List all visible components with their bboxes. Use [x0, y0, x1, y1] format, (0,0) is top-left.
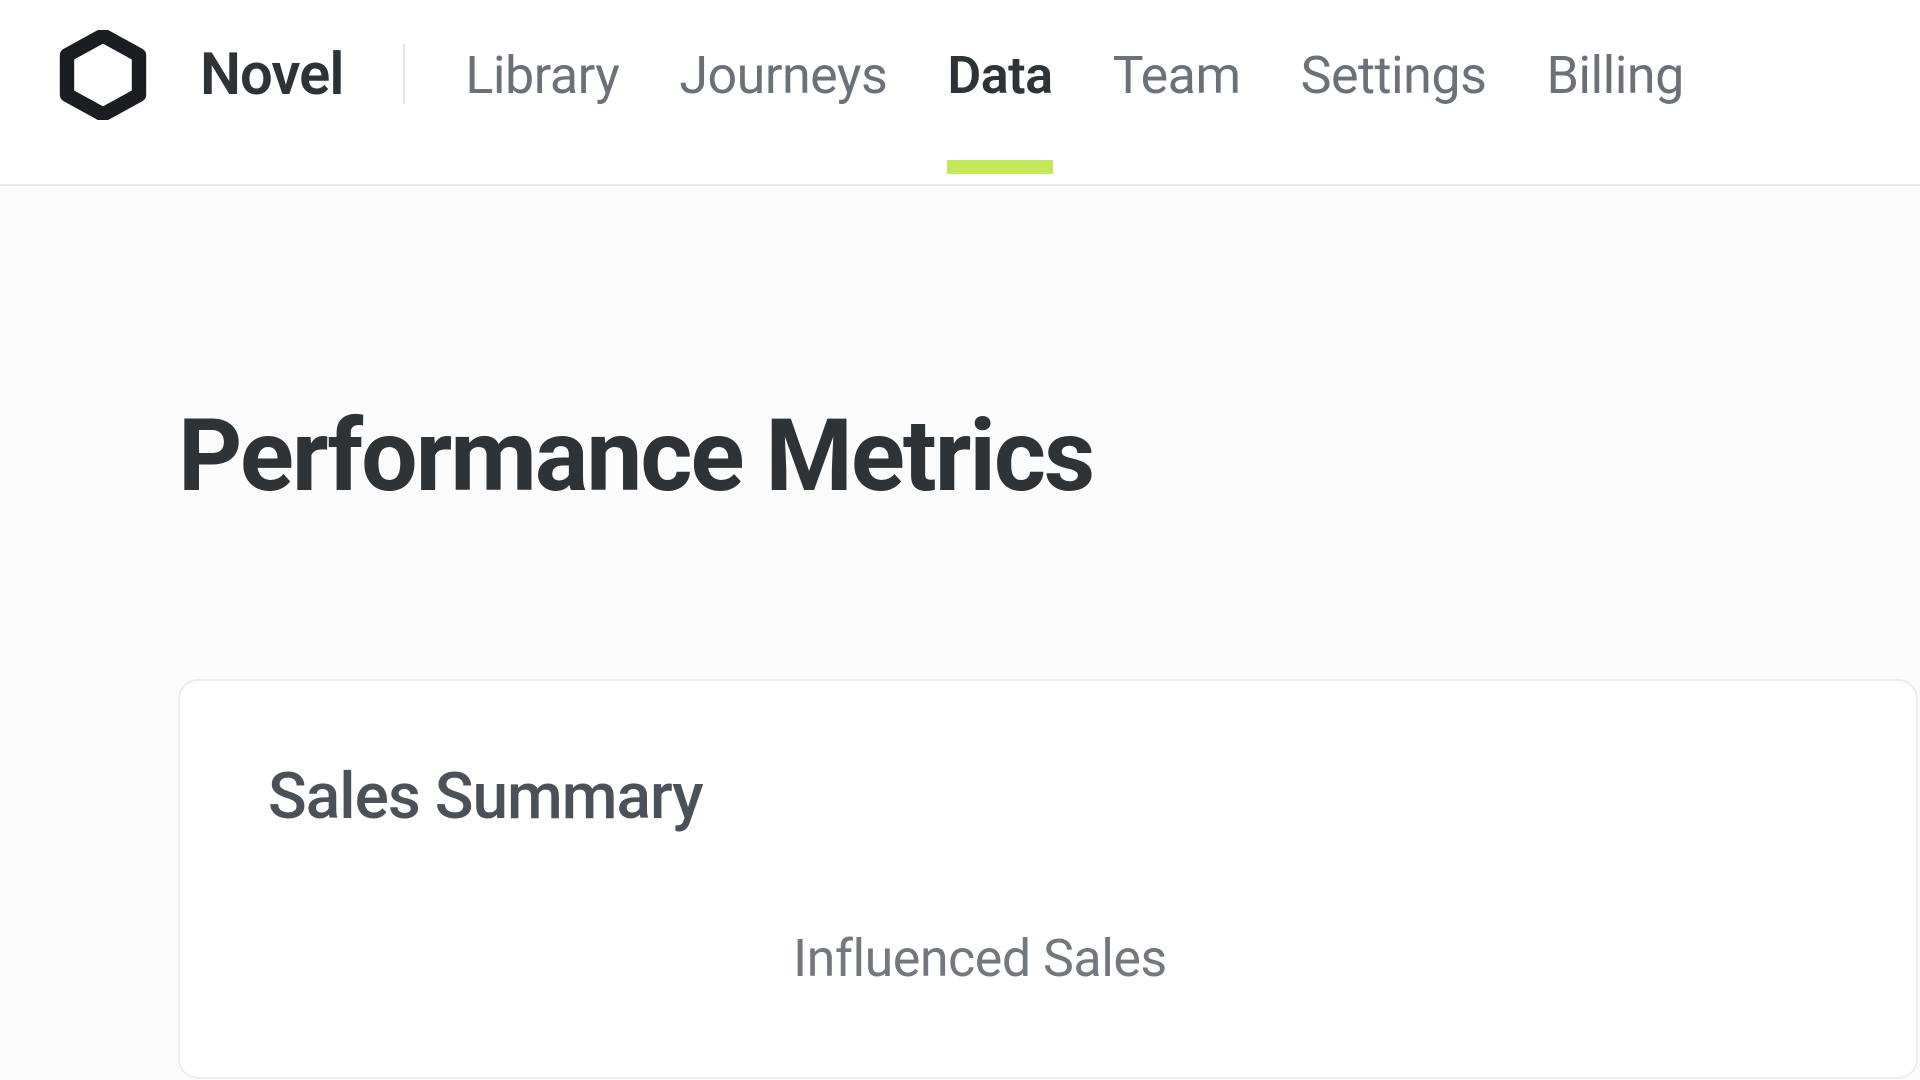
nav-item-label: Billing [1546, 45, 1683, 106]
nav-item-billing[interactable]: Billing [1546, 45, 1683, 106]
nav-item-data[interactable]: Data [947, 45, 1052, 106]
brand-group: Novel [58, 40, 343, 110]
metric-label-influenced-sales: Influenced Sales [793, 928, 1167, 989]
top-nav: Library Journeys Data Team Settings Bill… [465, 40, 1683, 110]
nav-item-library[interactable]: Library [465, 45, 619, 106]
nav-item-settings[interactable]: Settings [1301, 45, 1487, 106]
card-title: Sales Summary [268, 759, 1828, 834]
nav-item-team[interactable]: Team [1113, 45, 1241, 106]
brand-divider [403, 44, 405, 104]
nav-item-label: Settings [1301, 45, 1487, 106]
nav-item-label: Journeys [679, 45, 887, 106]
logo-hexagon-icon [58, 30, 150, 120]
nav-item-label: Team [1113, 45, 1241, 106]
sales-summary-card: Sales Summary Influenced Sales [178, 679, 1918, 1079]
header: Novel Library Journeys Data Team Setting… [0, 0, 1920, 186]
nav-active-underline [947, 160, 1052, 174]
metric-row: Influenced Sales [268, 928, 1828, 989]
nav-item-label: Data [947, 45, 1052, 106]
main-content: Performance Metrics Sales Summary Influe… [0, 186, 1920, 1079]
nav-item-label: Library [465, 45, 619, 106]
nav-item-journeys[interactable]: Journeys [679, 45, 887, 106]
page-title: Performance Metrics [178, 398, 1920, 515]
brand-name: Novel [200, 41, 343, 109]
